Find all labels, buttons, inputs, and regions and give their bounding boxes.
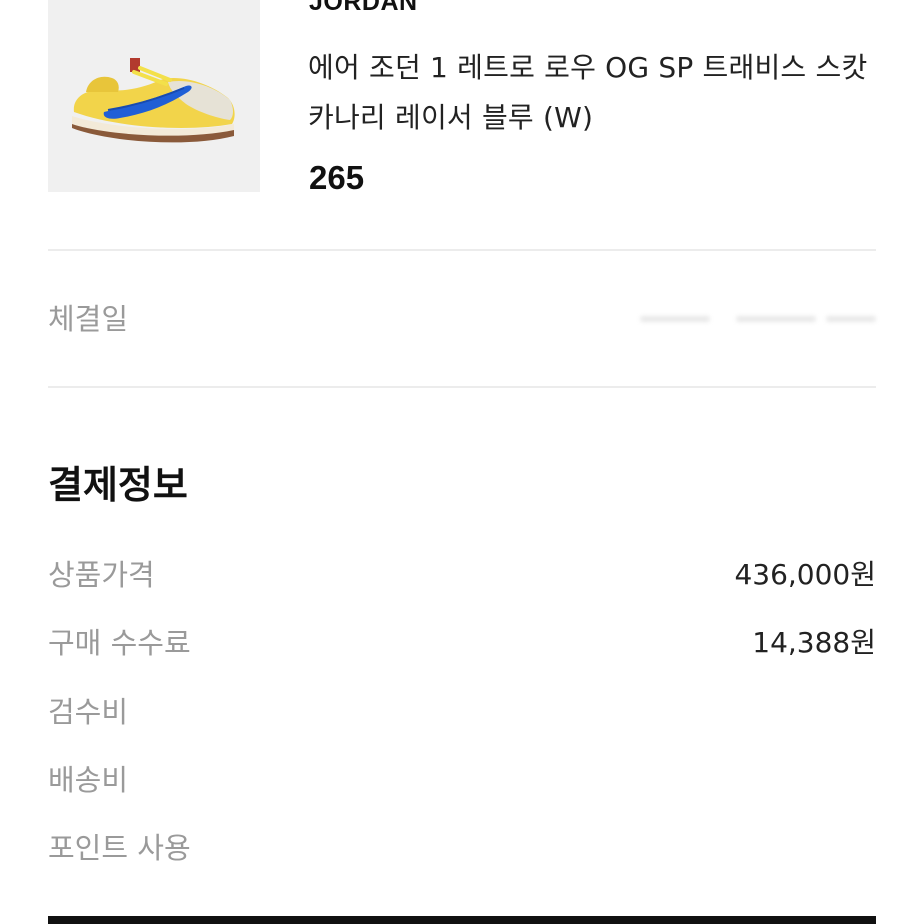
divider (48, 386, 876, 388)
row-value-purchase-fee: 14,388원 (752, 626, 876, 659)
product-thumbnail[interactable] (48, 0, 260, 192)
divider (48, 249, 876, 251)
sneaker-image (72, 58, 235, 143)
row-label-purchase-fee: 구매 수수료 (48, 626, 191, 660)
row-label-product-price: 상품가격 (48, 558, 155, 592)
bottom-action-bar[interactable] (48, 916, 876, 924)
trade-date-value-obscured (640, 302, 876, 336)
payment-section-title: 결제정보 (48, 463, 188, 507)
product-brand: JORDAN (309, 0, 418, 16)
row-label-points-used: 포인트 사용 (48, 831, 191, 865)
row-label-inspection-fee: 검수비 (48, 695, 129, 729)
product-summary[interactable]: JORDAN 에어 조던 1 레트로 로우 OG SP 트래비스 스캇 카나리 … (0, 0, 924, 250)
row-value-product-price: 436,000원 (734, 558, 876, 591)
trade-date-label: 체결일 (48, 302, 129, 336)
row-label-shipping-fee: 배송비 (48, 763, 129, 797)
product-size: 265 (309, 159, 365, 196)
product-name: 에어 조던 1 레트로 로우 OG SP 트래비스 스캇 카나리 레이서 블루 … (308, 51, 868, 134)
